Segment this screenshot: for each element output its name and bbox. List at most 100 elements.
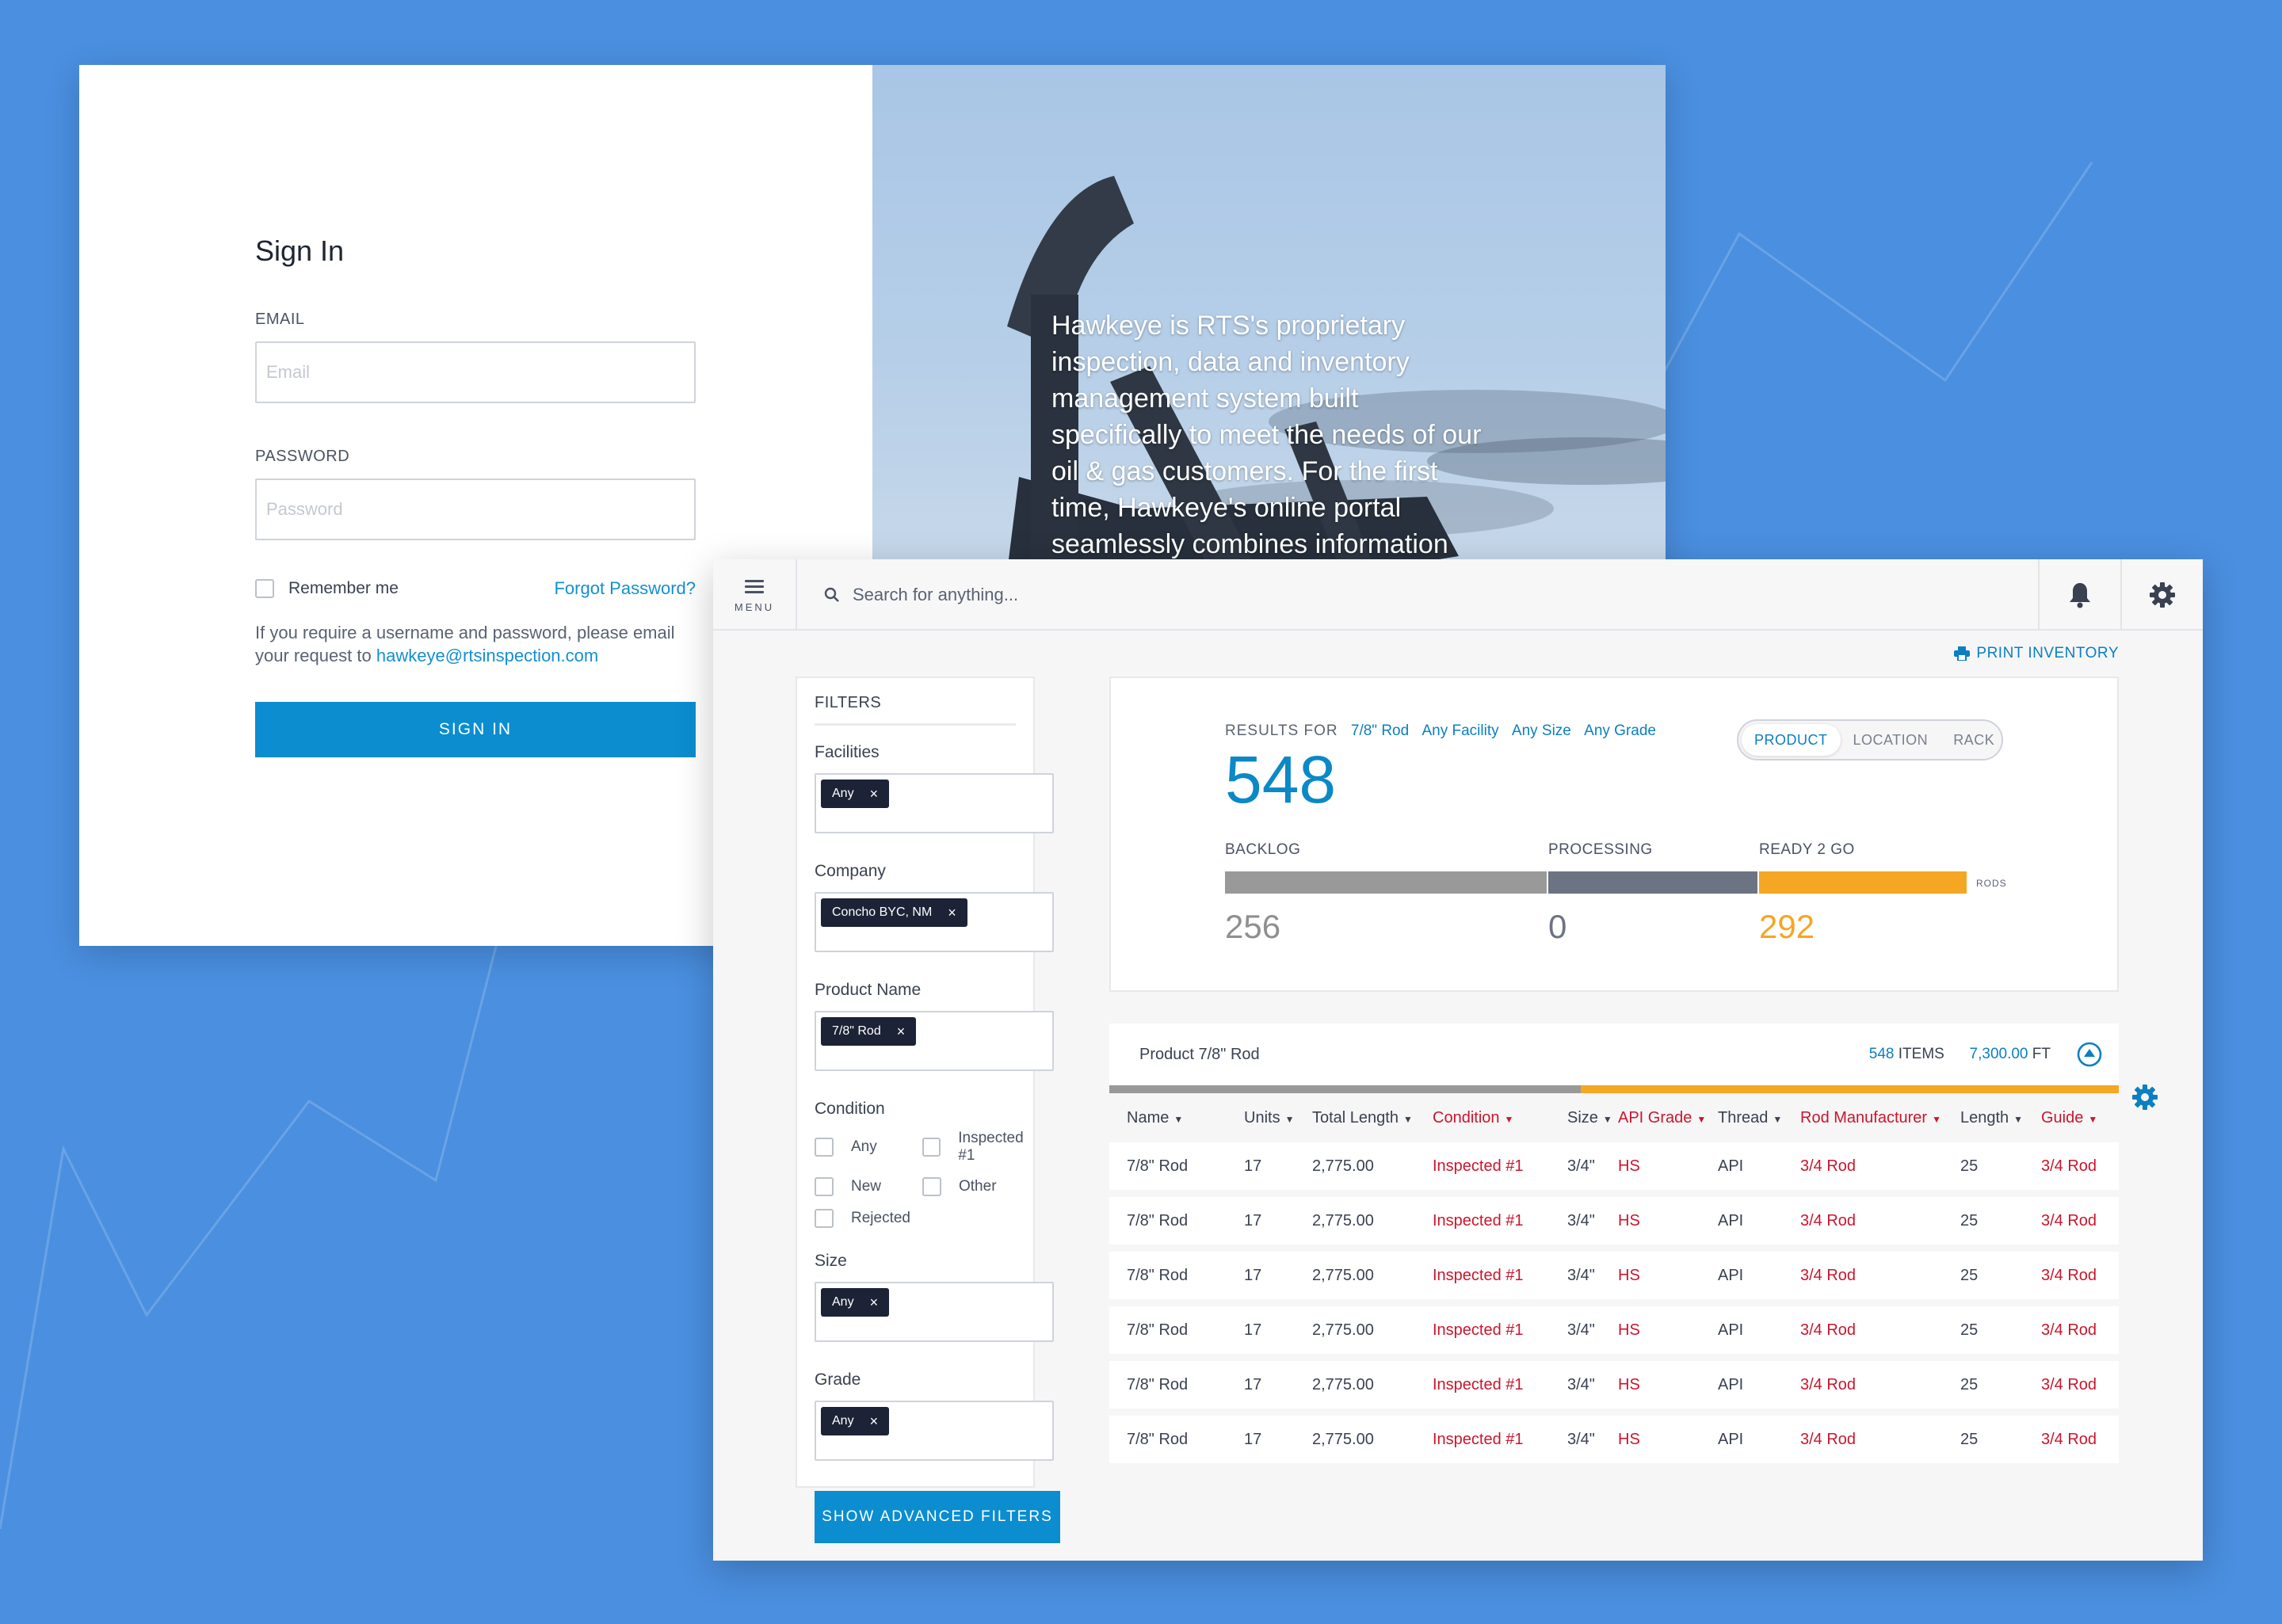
column-label: Thread — [1718, 1108, 1769, 1127]
condition-checkbox[interactable] — [815, 1209, 834, 1228]
condition-checkbox[interactable] — [922, 1177, 941, 1196]
cell-name: 7/8" Rod — [1127, 1431, 1189, 1448]
rods-unit-label: RODS — [1976, 878, 2007, 889]
sort-caret-icon: ▼ — [1504, 1113, 1514, 1125]
column-settings-gear-icon[interactable] — [2131, 1084, 2158, 1111]
size-tag[interactable]: Any × — [821, 1288, 890, 1317]
condition-other[interactable]: Other — [922, 1177, 1041, 1196]
notifications-button[interactable] — [2038, 559, 2120, 631]
ready-value: 292 — [1759, 908, 1815, 945]
view-location-tab[interactable]: LOCATION — [1841, 724, 1941, 756]
results-filter-facility[interactable]: Any Facility — [1421, 722, 1498, 739]
condition-inspected-1[interactable]: Inspected #1 — [922, 1130, 1041, 1165]
table-progress-backlog — [1109, 1085, 1581, 1093]
sort-caret-icon: ▼ — [1773, 1113, 1783, 1125]
cell-name: 7/8" Rod — [1127, 1376, 1189, 1393]
table-row[interactable]: 7/8" Rod 17 2,775.00 Inspected #1 3/4" HS API 3… — [1109, 1142, 2119, 1190]
col-length-header[interactable]: Length ▼ — [1960, 1109, 2023, 1127]
print-inventory-link[interactable]: PRINT INVENTORY — [1954, 645, 2119, 662]
length-total: 7,300.00 — [1969, 1046, 2028, 1062]
table-row[interactable]: 7/8" Rod 17 2,775.00 Inspected #1 3/4" HS API 3… — [1109, 1197, 2119, 1245]
results-filter-grade[interactable]: Any Grade — [1584, 722, 1656, 739]
collapse-icon[interactable] — [2076, 1041, 2103, 1068]
search-input[interactable] — [853, 585, 1566, 605]
product-tag[interactable]: 7/8" Rod × — [821, 1017, 917, 1046]
column-label: Total Length — [1312, 1108, 1399, 1127]
cell-rod-manufacturer: 3/4 Rod — [1800, 1212, 1857, 1229]
cell-api-grade: HS — [1618, 1267, 1640, 1284]
remember-row: Remember me Forgot Password? — [255, 578, 696, 599]
remove-tag-icon[interactable]: × — [948, 905, 956, 921]
product-name-select[interactable]: 7/8" Rod × — [815, 1011, 1054, 1071]
condition-checkbox[interactable] — [922, 1138, 941, 1157]
view-product-tab[interactable]: PRODUCT — [1742, 724, 1841, 756]
company-select[interactable]: Concho BYC, NM × — [815, 892, 1054, 952]
cell-guide: 3/4 Rod — [2041, 1157, 2097, 1175]
email-field[interactable] — [255, 341, 696, 403]
table-row[interactable]: 7/8" Rod 17 2,775.00 Inspected #1 3/4" HS API 3… — [1109, 1306, 2119, 1354]
cell-name: 7/8" Rod — [1127, 1267, 1189, 1284]
condition-rejected[interactable]: Rejected — [815, 1209, 922, 1228]
remember-me-group[interactable]: Remember me — [255, 579, 399, 598]
col-size-header[interactable]: Size ▼ — [1567, 1109, 1612, 1127]
grade-select[interactable]: Any × — [815, 1401, 1054, 1461]
menu-button[interactable]: MENU — [713, 559, 797, 631]
size-select[interactable]: Any × — [815, 1282, 1054, 1342]
table-row[interactable]: 7/8" Rod 17 2,775.00 Inspected #1 3/4" HS API 3… — [1109, 1416, 2119, 1463]
cell-rod-manufacturer: 3/4 Rod — [1800, 1431, 1857, 1448]
col-units-header[interactable]: Units ▼ — [1244, 1109, 1294, 1127]
settings-button[interactable] — [2120, 559, 2203, 631]
remember-me-checkbox[interactable] — [255, 579, 274, 598]
grade-tag[interactable]: Any × — [821, 1407, 890, 1435]
condition-option-label: Any — [851, 1138, 877, 1155]
condition-checkbox[interactable] — [815, 1177, 834, 1196]
col-name-header[interactable]: Name ▼ — [1127, 1109, 1183, 1127]
cell-guide: 3/4 Rod — [2041, 1321, 2097, 1339]
cell-total-length: 2,775.00 — [1312, 1157, 1374, 1175]
condition-option-label: Rejected — [851, 1210, 910, 1226]
cell-condition: Inspected #1 — [1433, 1431, 1524, 1448]
table-row[interactable]: 7/8" Rod 17 2,775.00 Inspected #1 3/4" HS API 3… — [1109, 1252, 2119, 1299]
cell-size: 3/4" — [1567, 1267, 1595, 1284]
cell-thread: API — [1718, 1267, 1744, 1284]
cell-length: 25 — [1960, 1157, 1979, 1175]
company-tag[interactable]: Concho BYC, NM × — [821, 898, 967, 927]
cell-api-grade: HS — [1618, 1431, 1640, 1448]
facilities-tag[interactable]: Any × — [821, 780, 890, 808]
cell-condition: Inspected #1 — [1433, 1267, 1524, 1284]
results-for: RESULTS FOR 7/8" Rod Any Facility Any Si… — [1225, 722, 1656, 740]
col-guide-header[interactable]: Guide ▼ — [2041, 1109, 2097, 1127]
cell-condition: Inspected #1 — [1433, 1376, 1524, 1393]
col-condition-header[interactable]: Condition ▼ — [1433, 1109, 1513, 1127]
col-rod-manufacturer-header[interactable]: Rod Manufacturer ▼ — [1800, 1109, 1941, 1127]
condition-any[interactable]: Any — [815, 1130, 922, 1165]
cell-total-length: 2,775.00 — [1312, 1267, 1374, 1284]
remove-tag-icon[interactable]: × — [870, 786, 879, 802]
sort-caret-icon: ▼ — [1173, 1113, 1184, 1125]
password-field[interactable] — [255, 478, 696, 540]
remove-tag-icon[interactable]: × — [870, 1413, 879, 1430]
forgot-password-link[interactable]: Forgot Password? — [554, 578, 696, 599]
condition-new[interactable]: New — [815, 1177, 922, 1196]
results-filter-product[interactable]: 7/8" Rod — [1351, 722, 1409, 739]
cell-guide: 3/4 Rod — [2041, 1212, 2097, 1229]
results-filter-size[interactable]: Any Size — [1512, 722, 1571, 739]
filters-panel: FILTERS Facilities Any × Company Concho B… — [796, 677, 1060, 1543]
table-progress-bar — [1109, 1085, 2119, 1093]
view-rack-tab[interactable]: RACK — [1940, 724, 2007, 756]
sort-caret-icon: ▼ — [1602, 1113, 1612, 1125]
remove-tag-icon[interactable]: × — [870, 1294, 879, 1311]
condition-checkbox[interactable] — [815, 1138, 834, 1157]
condition-option-label: New — [851, 1178, 882, 1195]
signin-button[interactable]: SIGN IN — [255, 702, 696, 757]
cell-guide: 3/4 Rod — [2041, 1431, 2097, 1448]
remove-tag-icon[interactable]: × — [897, 1024, 906, 1040]
col-api-grade-header[interactable]: API Grade ▼ — [1618, 1109, 1706, 1127]
col-thread-header[interactable]: Thread ▼ — [1718, 1109, 1782, 1127]
help-email-link[interactable]: hawkeye@rtsinspection.com — [376, 646, 598, 665]
table-row[interactable]: 7/8" Rod 17 2,775.00 Inspected #1 3/4" HS API 3… — [1109, 1361, 2119, 1409]
table-header-bar: Product 7/8" Rod 548 ITEMS 7,300.00 FT — [1109, 1024, 2119, 1085]
col-total-length-header[interactable]: Total Length ▼ — [1312, 1109, 1413, 1127]
show-advanced-filters-button[interactable]: SHOW ADVANCED FILTERS — [815, 1491, 1060, 1543]
facilities-select[interactable]: Any × — [815, 773, 1054, 833]
